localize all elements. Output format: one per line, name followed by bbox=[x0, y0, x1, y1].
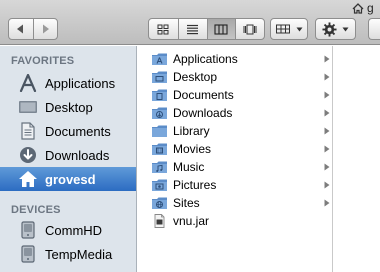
forward-button[interactable] bbox=[32, 19, 58, 39]
empty-column bbox=[334, 46, 380, 272]
window-title: g bbox=[352, 0, 374, 16]
sidebar-item-tempmedia[interactable]: TempMedia bbox=[0, 242, 136, 266]
column-item-sites[interactable]: Sites bbox=[138, 194, 333, 212]
column-item-vnu-jar[interactable]: vnu.jar bbox=[138, 212, 333, 230]
sidebar-item-label: CommHD bbox=[45, 222, 103, 238]
chevron-right-icon bbox=[324, 127, 330, 135]
sidebar-item-label: Applications bbox=[45, 75, 116, 91]
jar-file-icon bbox=[154, 214, 165, 228]
movies-folder-icon bbox=[152, 143, 167, 155]
sites-folder-icon bbox=[152, 197, 167, 209]
applications-folder-icon bbox=[152, 53, 167, 65]
back-forward-control bbox=[8, 18, 58, 40]
column-view-button[interactable] bbox=[206, 19, 236, 39]
chevron-down-icon bbox=[342, 27, 349, 31]
column-item-label: Pictures bbox=[173, 178, 217, 192]
file-column: Applications Desktop Documents Downloads bbox=[138, 46, 333, 272]
chevron-right-icon bbox=[324, 91, 330, 99]
sidebar-item-label: Documents bbox=[45, 123, 111, 139]
sidebar-item-label: TempMedia bbox=[45, 246, 113, 262]
partial-toolbar-button[interactable] bbox=[368, 18, 380, 40]
list-view-button[interactable] bbox=[177, 19, 207, 39]
sidebar-item-desktop[interactable]: Desktop bbox=[0, 95, 136, 119]
column-item-documents[interactable]: Documents bbox=[138, 86, 333, 104]
folder-icon bbox=[152, 89, 167, 101]
downloads-icon bbox=[20, 147, 36, 163]
sidebar-item-label: Downloads bbox=[45, 147, 110, 163]
gear-icon bbox=[322, 21, 337, 37]
column-item-label: Sites bbox=[173, 196, 200, 210]
desktop-icon bbox=[19, 101, 37, 113]
arrange-button[interactable] bbox=[270, 18, 308, 40]
sidebar-item-label: grovesd bbox=[45, 171, 96, 187]
window-title-text: g bbox=[367, 1, 374, 15]
back-button[interactable] bbox=[9, 19, 33, 39]
list-view-icon bbox=[187, 24, 199, 34]
sidebar-item-label: Desktop bbox=[45, 99, 93, 115]
home-icon bbox=[352, 2, 364, 14]
sidebar: FAVORITES Applications Desktop Documents… bbox=[0, 46, 137, 272]
sidebar-section-favorites: FAVORITES bbox=[11, 55, 75, 67]
sidebar-item-applications[interactable]: Applications bbox=[0, 71, 136, 95]
chevron-right-icon bbox=[324, 109, 330, 117]
documents-icon bbox=[21, 122, 35, 140]
column-item-library[interactable]: Library bbox=[138, 122, 333, 140]
chevron-right-icon bbox=[324, 199, 330, 207]
pictures-folder-icon bbox=[152, 179, 167, 191]
chevron-right-icon bbox=[324, 55, 330, 63]
column-item-label: Documents bbox=[173, 88, 234, 102]
chevron-right-icon bbox=[324, 73, 330, 81]
column-view-icon bbox=[214, 23, 228, 35]
coverflow-view-button[interactable] bbox=[235, 19, 264, 39]
chevron-left-icon bbox=[17, 24, 24, 34]
column-item-label: Desktop bbox=[173, 70, 218, 84]
column-item-label: Applications bbox=[173, 52, 238, 66]
column-item-music[interactable]: Music bbox=[138, 158, 333, 176]
chevron-right-icon bbox=[324, 145, 330, 153]
action-button[interactable] bbox=[315, 18, 356, 40]
applications-icon bbox=[19, 74, 37, 92]
arrange-icon bbox=[275, 24, 290, 34]
icon-view-button[interactable] bbox=[149, 19, 178, 39]
chevron-right-icon bbox=[42, 24, 49, 34]
hard-drive-icon bbox=[21, 221, 35, 239]
sidebar-section-devices: DEVICES bbox=[11, 204, 61, 216]
column-item-downloads[interactable]: Downloads bbox=[138, 104, 333, 122]
sidebar-item-documents[interactable]: Documents bbox=[0, 119, 136, 143]
column-item-pictures[interactable]: Pictures bbox=[138, 176, 333, 194]
folder-icon bbox=[152, 71, 167, 83]
downloads-folder-icon bbox=[152, 107, 167, 119]
column-item-label: Music bbox=[173, 160, 205, 174]
column-item-label: Library bbox=[173, 124, 210, 138]
folder-icon bbox=[152, 125, 167, 137]
column-item-label: Movies bbox=[173, 142, 212, 156]
chevron-down-icon bbox=[296, 27, 302, 31]
column-item-applications[interactable]: Applications bbox=[138, 50, 333, 68]
coverflow-view-icon bbox=[243, 24, 257, 34]
hard-drive-icon bbox=[21, 245, 35, 263]
home-icon bbox=[19, 171, 37, 187]
chevron-right-icon bbox=[324, 163, 330, 171]
column-item-label: Downloads bbox=[173, 106, 233, 120]
icon-view-icon bbox=[157, 24, 169, 34]
view-mode-control bbox=[148, 18, 265, 40]
column-item-desktop[interactable]: Desktop bbox=[138, 68, 333, 86]
music-folder-icon bbox=[152, 161, 167, 173]
toolbar: g bbox=[0, 0, 380, 45]
sidebar-item-commhd[interactable]: CommHD bbox=[0, 218, 136, 242]
sidebar-item-grovesd[interactable]: grovesd bbox=[0, 167, 136, 191]
column-item-movies[interactable]: Movies bbox=[138, 140, 333, 158]
sidebar-item-downloads[interactable]: Downloads bbox=[0, 143, 136, 167]
column-item-label: vnu.jar bbox=[173, 214, 210, 228]
chevron-right-icon bbox=[324, 181, 330, 189]
